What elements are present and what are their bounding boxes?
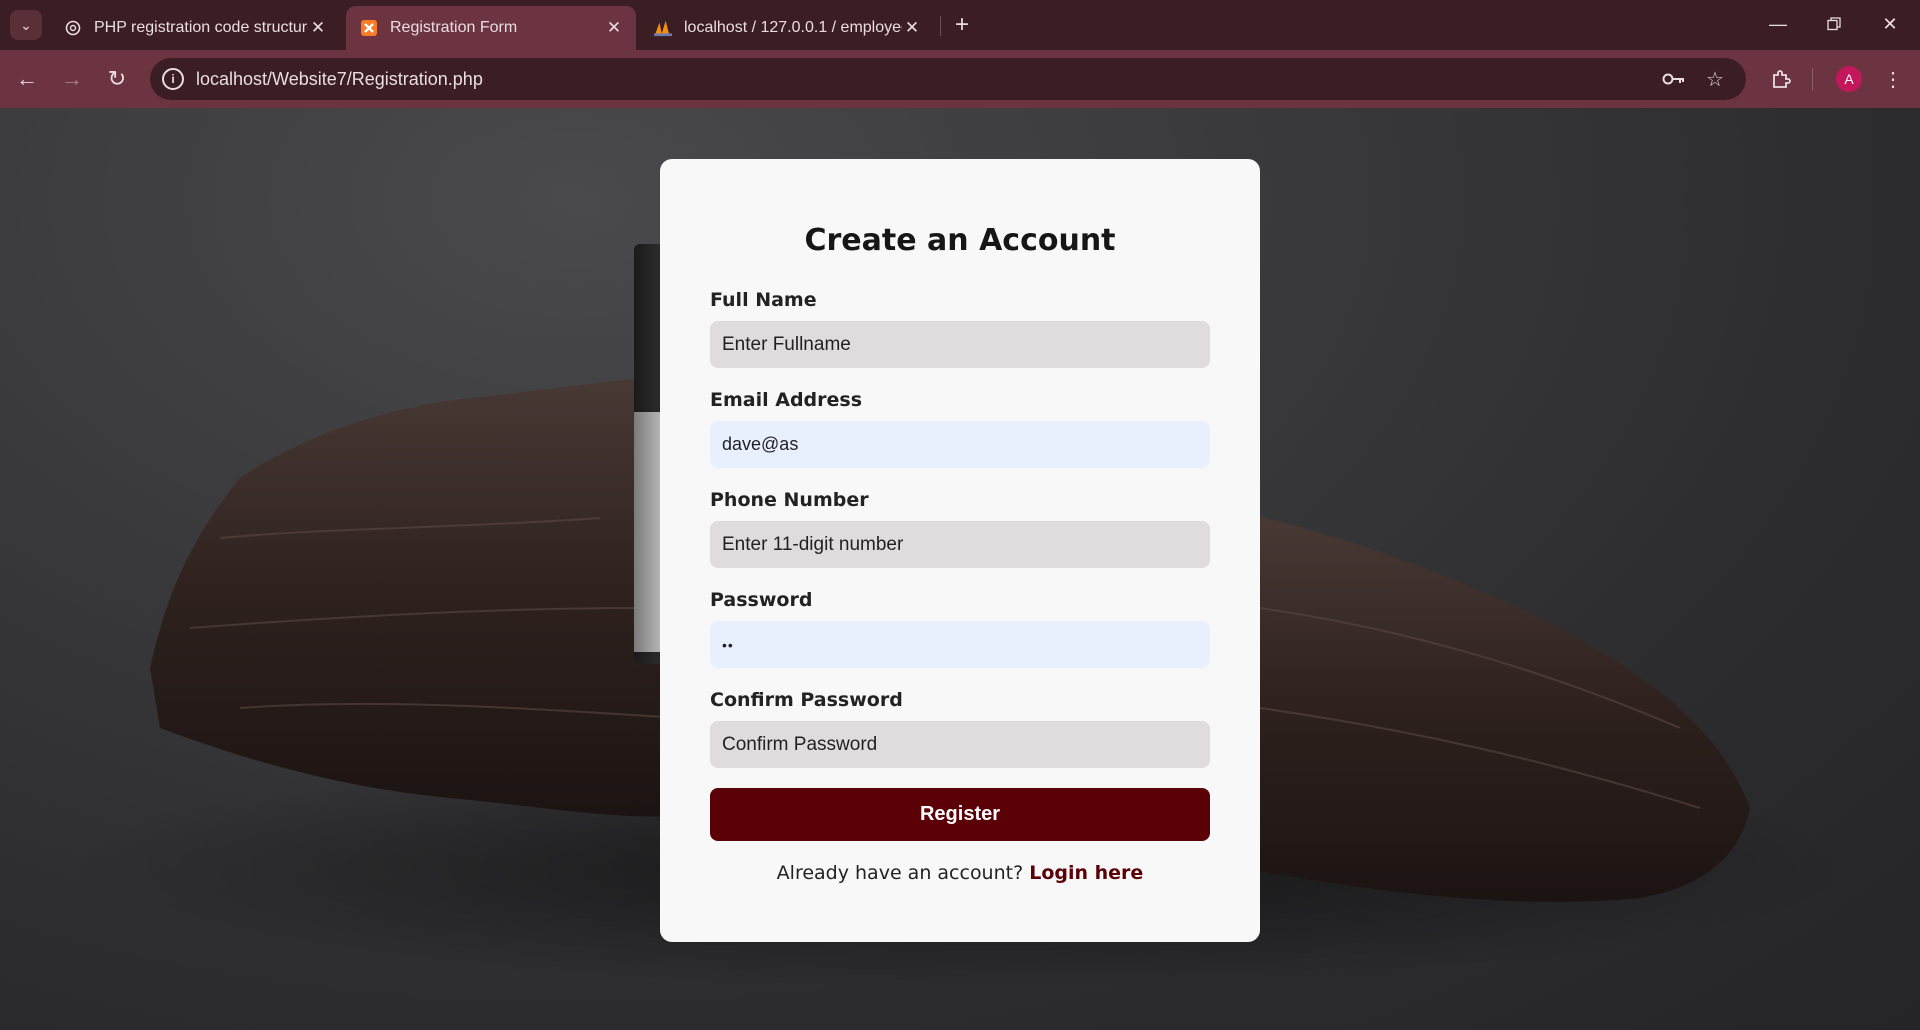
info-icon[interactable]: i: [162, 68, 184, 90]
tab-php-registration[interactable]: PHP registration code structure ✕: [50, 6, 340, 50]
registration-card: Create an Account Full Name Enter Fullna…: [660, 159, 1260, 942]
puzzle-icon: [1773, 70, 1791, 88]
address-bar[interactable]: i localhost/Website7/Registration.php ☆: [150, 58, 1746, 100]
chevron-down-icon: ⌄: [20, 16, 32, 33]
arrow-right-icon: →: [61, 66, 83, 91]
extensions-button[interactable]: [1764, 62, 1798, 96]
confirm-password-label: Confirm Password: [710, 689, 903, 711]
restore-icon: [1827, 17, 1841, 31]
full-name-placeholder: Enter Fullname: [722, 333, 851, 355]
login-prompt-text: Already have an account?: [776, 862, 1024, 884]
tab-title: PHP registration code structure: [94, 19, 308, 36]
forward-button[interactable]: →: [55, 62, 89, 96]
openai-icon: [64, 19, 82, 37]
close-icon: ✕: [1882, 13, 1898, 34]
tab-title: Registration Form: [390, 19, 518, 36]
close-window-button[interactable]: ✕: [1870, 8, 1910, 40]
close-icon[interactable]: ✕: [308, 18, 328, 38]
close-icon[interactable]: ✕: [902, 18, 922, 38]
email-label: Email Address: [710, 389, 863, 411]
confirm-password-input[interactable]: Confirm Password: [710, 721, 1210, 768]
register-button[interactable]: Register: [710, 788, 1210, 841]
password-label: Password: [710, 589, 813, 611]
minimize-icon: —: [1769, 13, 1787, 34]
reload-icon: ↻: [107, 66, 127, 91]
new-tab-button[interactable]: +: [948, 11, 976, 39]
password-input[interactable]: ••: [710, 621, 1210, 668]
confirm-password-placeholder: Confirm Password: [722, 733, 878, 755]
tab-phpmyadmin[interactable]: localhost / 127.0.0.1 / employee ✕: [640, 6, 934, 50]
phone-label: Phone Number: [710, 489, 869, 511]
reload-button[interactable]: ↻: [100, 62, 134, 96]
url-text[interactable]: localhost/Website7/Registration.php: [196, 69, 483, 90]
login-prompt: Already have an account? Login here: [660, 862, 1260, 884]
email-value: dave@as: [722, 434, 799, 454]
tab-title: localhost / 127.0.0.1 / employee: [684, 19, 902, 36]
tab-divider: [940, 16, 941, 36]
phone-placeholder: Enter 11-digit number: [722, 533, 904, 555]
star-icon[interactable]: ☆: [1703, 67, 1727, 91]
password-key-icon[interactable]: [1662, 67, 1686, 91]
more-vertical-icon: ⋮: [1883, 68, 1903, 91]
phpmyadmin-icon: [654, 19, 672, 37]
tab-registration-form[interactable]: Registration Form ✕: [346, 6, 636, 50]
tab-bar: ⌄ PHP registration code structure ✕ Regi…: [0, 0, 1920, 50]
arrow-left-icon: ←: [16, 66, 38, 91]
profile-avatar[interactable]: A: [1836, 66, 1862, 92]
menu-button[interactable]: ⋮: [1876, 62, 1910, 96]
back-button[interactable]: ←: [10, 62, 44, 96]
phone-input[interactable]: Enter 11-digit number: [710, 521, 1210, 568]
browser-toolbar: ← → ↻ i localhost/Website7/Registration.…: [0, 50, 1920, 108]
plus-icon: +: [954, 11, 969, 38]
tab-search-button[interactable]: ⌄: [10, 10, 42, 40]
close-icon[interactable]: ✕: [604, 18, 624, 38]
email-input[interactable]: dave@as: [710, 421, 1210, 468]
login-link[interactable]: Login here: [1029, 862, 1143, 884]
restore-button[interactable]: [1814, 8, 1854, 40]
password-value: ••: [722, 636, 734, 653]
xampp-icon: [360, 19, 378, 37]
form-title: Create an Account: [804, 223, 1116, 258]
full-name-input[interactable]: Enter Fullname: [710, 321, 1210, 368]
full-name-label: Full Name: [710, 289, 817, 311]
minimize-button[interactable]: —: [1758, 8, 1798, 40]
toolbar-divider: [1812, 68, 1813, 90]
